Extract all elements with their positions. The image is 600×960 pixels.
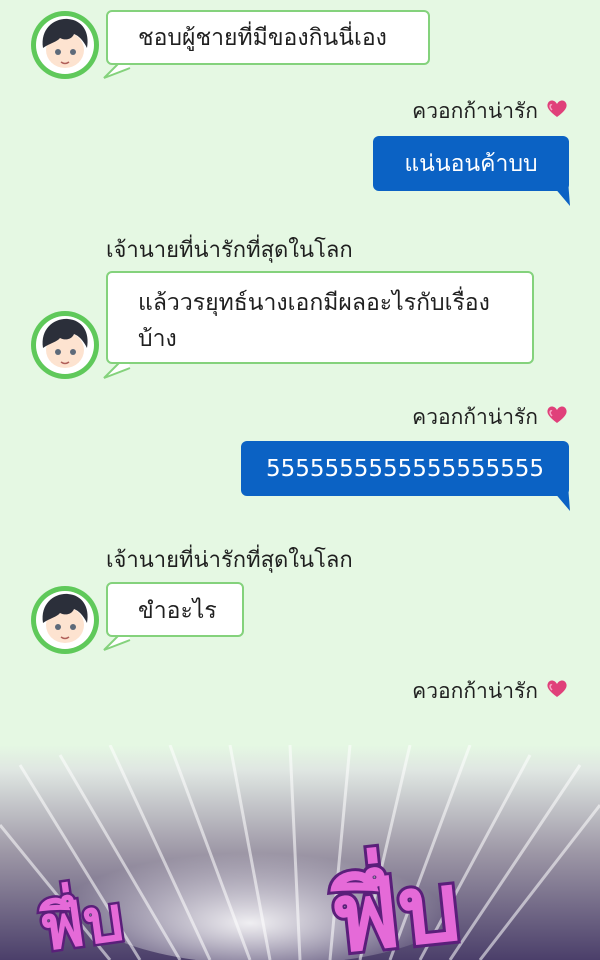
message-text: ขำอะไร xyxy=(138,598,217,624)
message-text: ชอบผู้ชายที่มีของกินนี่เอง xyxy=(138,25,387,51)
heart-icon xyxy=(547,100,567,117)
message-bubble: 5555555555555555555 xyxy=(241,441,569,496)
bubble-tail xyxy=(548,485,570,511)
comic-panel-sfx: ฟึ่บ ฟึ่บ xyxy=(0,745,600,960)
heart-icon xyxy=(547,680,567,697)
message-bubble: แล้ววรยุทธ์นางเอกมีผลอะไรกับเรื่อง บ้าง xyxy=(106,271,534,364)
avatar xyxy=(31,586,99,654)
message-text-line: บ้าง xyxy=(138,326,177,352)
chat-area: ชอบผู้ชายที่มีของกินนี่เอง ควอกก้าน่ารัก… xyxy=(0,0,600,745)
heart-icon xyxy=(547,406,567,423)
avatar xyxy=(31,11,99,79)
message-bubble: ชอบผู้ชายที่มีของกินนี่เอง xyxy=(106,10,430,65)
message-bubble: ขำอะไร xyxy=(106,582,244,637)
sender-name: ควอกก้าน่ารัก xyxy=(412,405,538,429)
sender-name: เจ้านายที่น่ารักที่สุดในโลก xyxy=(106,548,353,573)
bubble-tail xyxy=(548,180,570,206)
message-text: แน่นอนค้าบบ xyxy=(404,151,538,177)
message-text: 5555555555555555555 xyxy=(265,456,545,482)
sender-name: ควอกก้าน่ารัก xyxy=(412,99,538,123)
sender-name: ควอกก้าน่ารัก xyxy=(412,679,538,703)
avatar xyxy=(31,311,99,379)
message-bubble: แน่นอนค้าบบ xyxy=(373,136,569,191)
sender-name: เจ้านายที่น่ารักที่สุดในโลก xyxy=(106,238,353,263)
message-text-line: แล้ววรยุทธ์นางเอกมีผลอะไรกับเรื่อง xyxy=(138,290,490,316)
